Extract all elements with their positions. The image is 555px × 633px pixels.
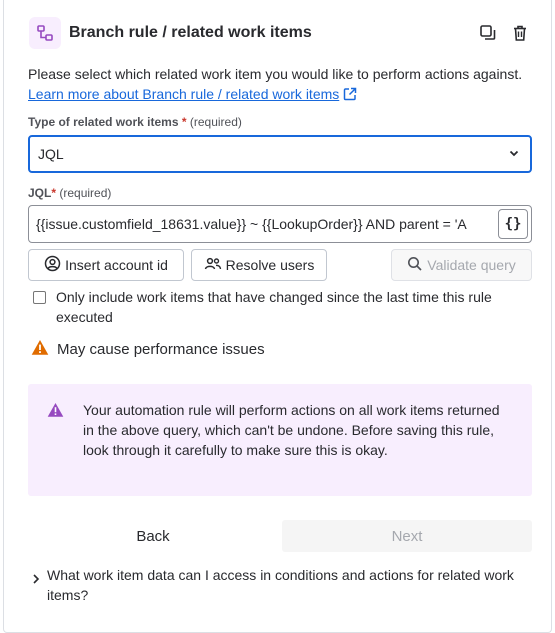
description-text: Please select which related work item yo… xyxy=(28,66,523,82)
panel-header: Branch rule / related work items xyxy=(29,17,534,49)
changed-only-checkbox[interactable] xyxy=(33,291,46,304)
jql-label-text: JQL xyxy=(28,186,52,200)
changed-only-label: Only include work items that have change… xyxy=(56,289,492,325)
required-mark: * xyxy=(51,186,57,200)
warning-icon xyxy=(31,339,49,360)
performance-warning: May cause performance issues xyxy=(31,339,265,360)
type-field-label: Type of related work items * (required) xyxy=(28,115,242,129)
validate-query-label: Validate query xyxy=(427,257,516,273)
jql-input-value[interactable]: {{issue.customfield_18631.value}} ~ {{Lo… xyxy=(29,216,498,232)
description: Please select which related work item yo… xyxy=(28,64,528,106)
learn-more-link[interactable]: Learn more about Branch rule / related w… xyxy=(28,86,339,102)
chevron-right-icon xyxy=(32,570,42,605)
info-text: Your automation rule will perform action… xyxy=(83,402,500,458)
back-button[interactable]: Back xyxy=(28,520,278,552)
search-icon xyxy=(407,256,423,275)
jql-input[interactable]: {{issue.customfield_18631.value}} ~ {{Lo… xyxy=(28,205,532,243)
external-link-icon[interactable] xyxy=(343,86,357,106)
panel-title: Branch rule / related work items xyxy=(69,24,312,41)
jql-field-label: JQL* (required) xyxy=(28,186,111,200)
insert-account-id-button[interactable]: Insert account id xyxy=(28,249,184,281)
faq-text: What work item data can I access in cond… xyxy=(47,567,514,603)
warning-icon xyxy=(47,402,64,423)
required-text: (required) xyxy=(189,115,242,129)
branch-icon xyxy=(29,17,61,49)
insert-account-id-label: Insert account id xyxy=(65,257,168,273)
info-panel: Your automation rule will perform action… xyxy=(28,384,532,496)
jql-actions: Insert account id Resolve users Validate… xyxy=(28,249,532,281)
changed-only-option: Only include work items that have change… xyxy=(33,287,533,327)
user-circle-icon xyxy=(44,255,61,275)
warning-text: May cause performance issues xyxy=(57,341,265,358)
chevron-down-icon xyxy=(508,146,520,162)
resolve-users-button[interactable]: Resolve users xyxy=(191,249,327,281)
resolve-users-label: Resolve users xyxy=(225,257,315,273)
people-icon xyxy=(204,256,222,275)
validate-query-button[interactable]: Validate query xyxy=(391,249,532,281)
trash-icon[interactable] xyxy=(510,23,530,43)
type-label-text: Type of related work items xyxy=(28,115,179,129)
required-mark: * xyxy=(181,115,187,129)
duplicate-icon[interactable] xyxy=(478,23,498,43)
required-text: (required) xyxy=(59,186,112,200)
smart-values-button[interactable]: {} xyxy=(498,209,528,239)
faq-expander[interactable]: What work item data can I access in cond… xyxy=(32,565,532,605)
next-button[interactable]: Next xyxy=(282,520,532,552)
type-select[interactable]: JQL xyxy=(28,135,532,173)
type-select-value: JQL xyxy=(38,146,64,162)
